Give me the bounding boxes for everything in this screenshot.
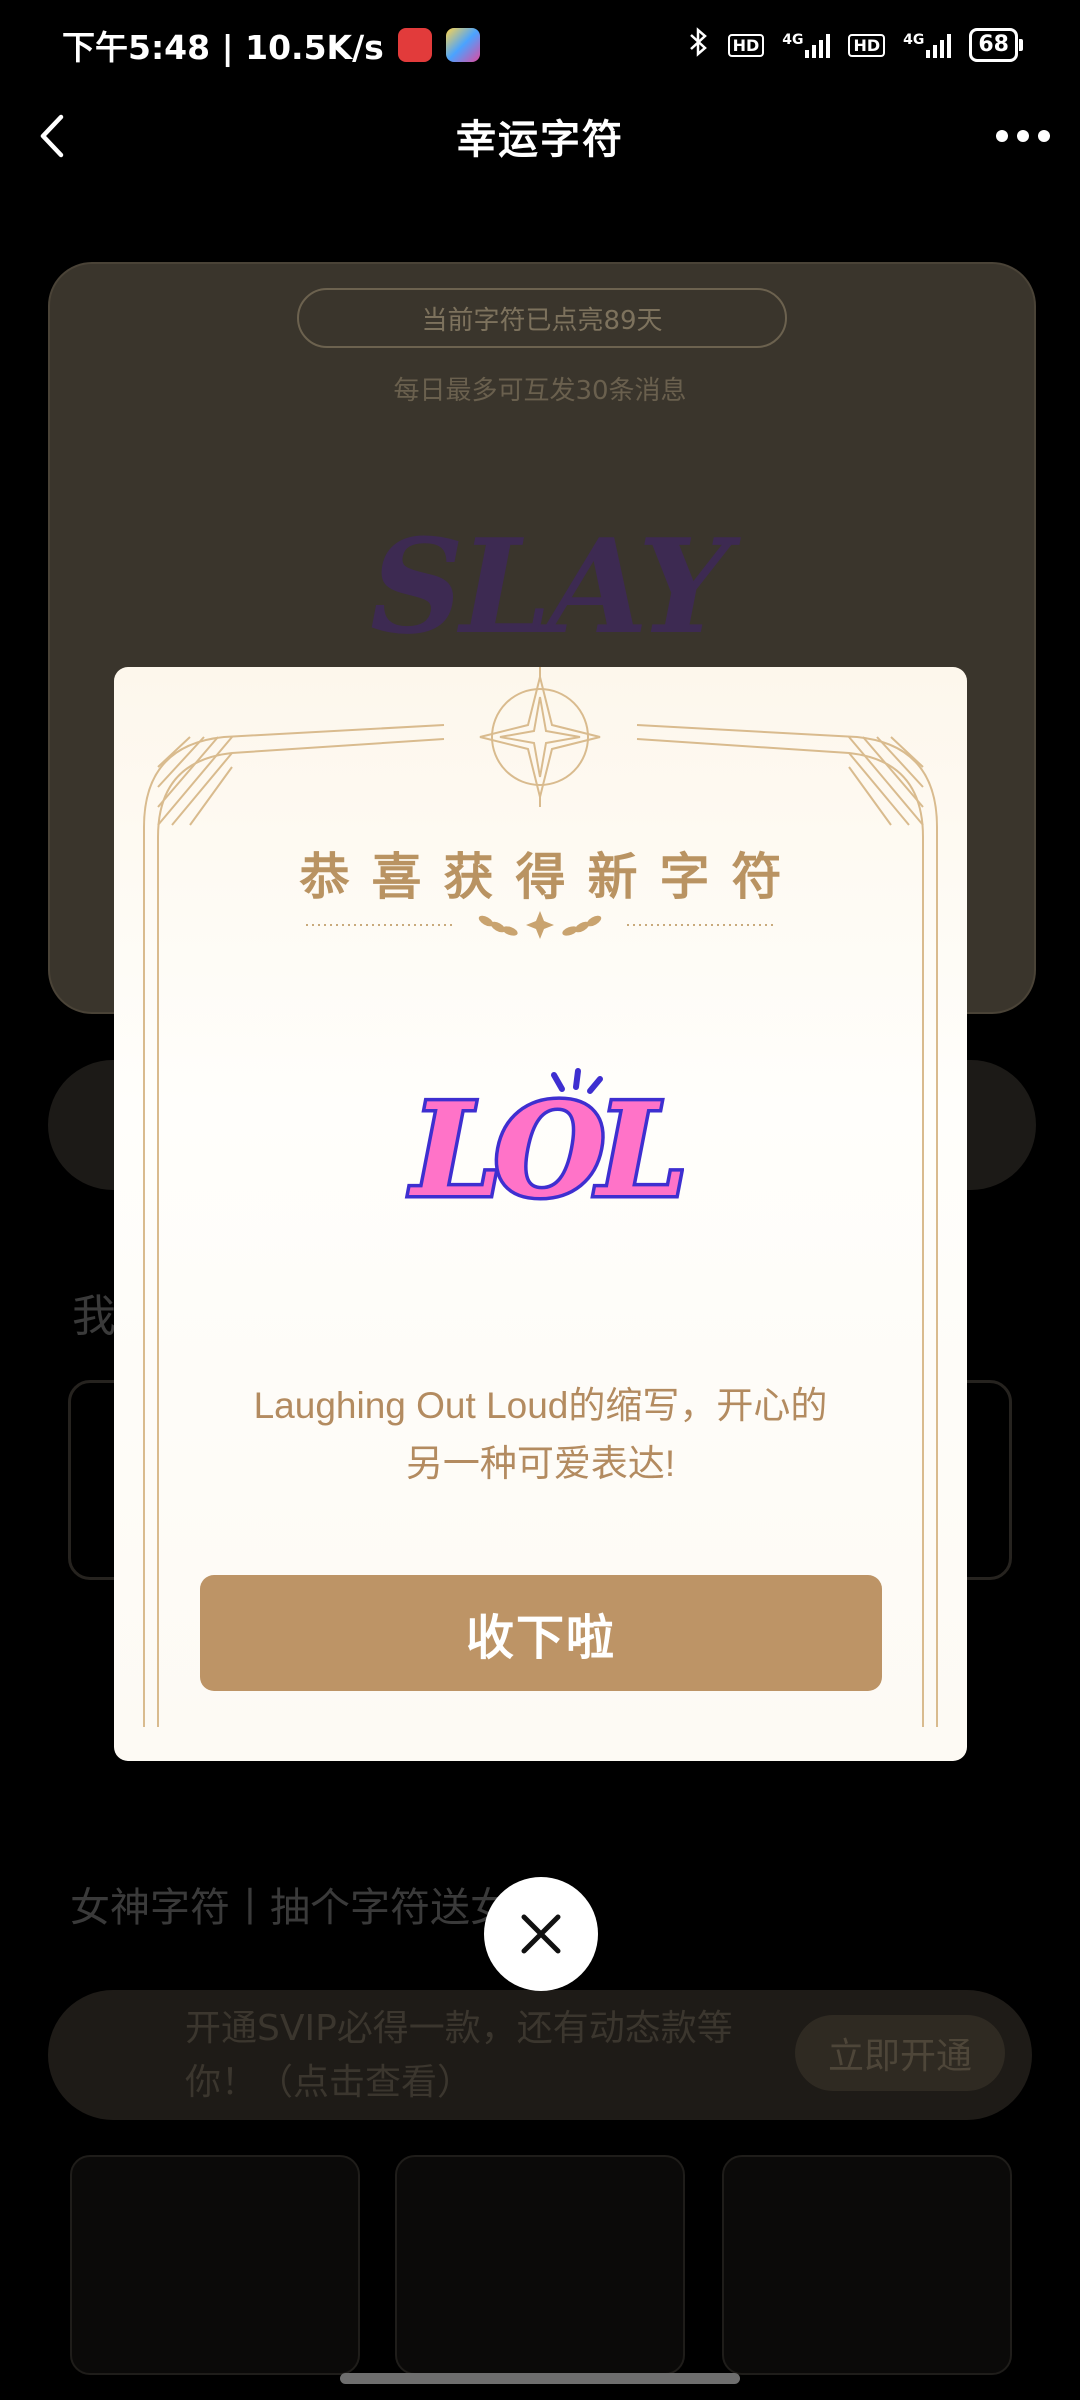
accept-button[interactable]: 收下啦 (200, 1575, 882, 1691)
glyph-description-line-2: 另一种可爱表达! (405, 1443, 676, 1484)
hd-badge: HD (727, 33, 765, 57)
more-button[interactable] (988, 106, 1058, 166)
hd-badge-2: HD (848, 33, 886, 57)
app-notification-icon (445, 28, 480, 62)
bluetooth-icon (688, 27, 710, 63)
netease-music-icon (397, 28, 432, 62)
more-dots-icon (996, 130, 1050, 142)
status-bar: 下午5:48 | 10.5K/s HD 4G HD 4G 68 (0, 0, 1080, 90)
close-dialog-button[interactable] (484, 1877, 598, 1991)
back-button[interactable] (22, 106, 82, 166)
daily-limit-text: 每日最多可互发30条消息 (393, 376, 687, 406)
svip-banner-text: 开通SVIP必得一款，还有动态款等你！（点击查看） (185, 2008, 733, 2103)
glyph-text: LOL (409, 1076, 681, 1226)
nav-header: 幸运字符 (0, 92, 1080, 180)
current-glyph: SLAY (370, 510, 730, 663)
signal-icon-2: 4G (903, 32, 952, 58)
new-glyph-dialog: 恭喜获得新字符 LOL Laughing Out Loud的缩写，开心的 另一种… (114, 667, 967, 1761)
signal-icon: 4G (782, 32, 831, 58)
my-glyphs-heading: 我 (72, 1291, 116, 1342)
new-glyph-art: LOL (394, 1067, 692, 1230)
glyph-description-line-1: Laughing Out Loud的缩写，开心的 (253, 1385, 828, 1426)
network-type-label-2: 4G (903, 32, 925, 48)
home-indicator[interactable] (340, 2373, 740, 2384)
svip-open-button[interactable]: 立即开通 (795, 2015, 1005, 2091)
goddess-glyph-tile-2[interactable] (395, 2155, 685, 2375)
goddess-glyph-tile-3[interactable] (722, 2155, 1012, 2375)
close-icon (521, 1914, 561, 1954)
laurel-divider (306, 911, 775, 939)
battery-indicator: 68 (969, 28, 1023, 62)
status-left: 下午5:48 | 10.5K/s (62, 21, 480, 69)
status-right: HD 4G HD 4G 68 (688, 27, 1023, 63)
dialog-title: 恭喜获得新字符 (299, 848, 804, 906)
page-title: 幸运字符 (456, 117, 624, 163)
glyph-description: Laughing Out Loud的缩写，开心的 另一种可爱表达! (174, 1377, 907, 1493)
goddess-glyph-tile-1[interactable] (70, 2155, 360, 2375)
lit-days-pill: 当前字符已点亮89天 (297, 288, 787, 348)
network-type-label: 4G (782, 32, 804, 48)
status-time-speed: 下午5:48 | 10.5K/s (62, 28, 384, 67)
chevron-left-icon (40, 114, 64, 158)
